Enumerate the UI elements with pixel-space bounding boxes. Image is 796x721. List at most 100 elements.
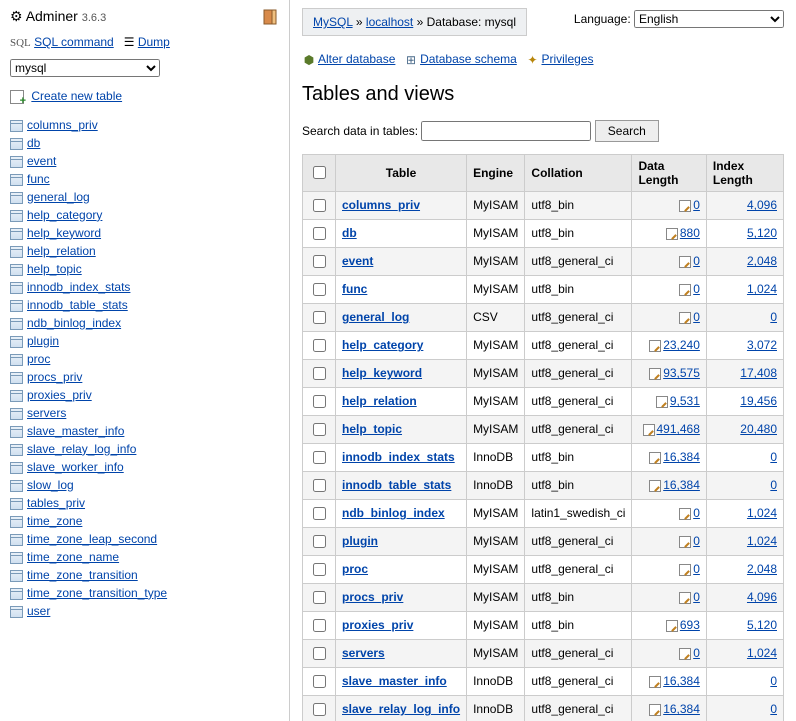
data-length-link[interactable]: 693 [680,618,700,632]
row-checkbox[interactable] [313,367,326,380]
sidebar-table-link[interactable]: time_zone_leap_second [27,532,157,546]
col-index-length[interactable]: Index Length [706,154,783,191]
sidebar-table-link[interactable]: help_category [27,208,102,222]
table-name-link[interactable]: general_log [342,310,409,324]
data-length-link[interactable]: 16,384 [663,674,700,688]
row-checkbox[interactable] [313,591,326,604]
database-schema-link[interactable]: Database schema [420,52,517,66]
index-length-link[interactable]: 4,096 [747,590,777,604]
breadcrumb-host[interactable]: localhost [366,15,413,29]
index-length-link[interactable]: 1,024 [747,646,777,660]
index-length-link[interactable]: 2,048 [747,254,777,268]
sidebar-table-link[interactable]: slave_worker_info [27,460,124,474]
data-length-link[interactable]: 0 [693,562,700,576]
index-length-link[interactable]: 19,456 [740,394,777,408]
table-name-link[interactable]: innodb_table_stats [342,478,451,492]
table-name-link[interactable]: help_topic [342,422,402,436]
index-length-link[interactable]: 2,048 [747,562,777,576]
sidebar-table-link[interactable]: innodb_table_stats [27,298,128,312]
create-table-link[interactable]: Create new table [31,89,122,103]
search-button[interactable]: Search [595,120,659,142]
table-name-link[interactable]: help_keyword [342,366,422,380]
sidebar-table-link[interactable]: time_zone_name [27,550,119,564]
index-length-link[interactable]: 1,024 [747,534,777,548]
row-checkbox[interactable] [313,619,326,632]
col-engine[interactable]: Engine [467,154,525,191]
select-all-checkbox[interactable] [313,166,326,179]
table-name-link[interactable]: db [342,226,357,240]
table-name-link[interactable]: event [342,254,373,268]
table-name-link[interactable]: ndb_binlog_index [342,506,445,520]
data-length-link[interactable]: 16,384 [663,702,700,716]
table-name-link[interactable]: innodb_index_stats [342,450,455,464]
breadcrumb-mysql[interactable]: MySQL [313,15,353,29]
row-checkbox[interactable] [313,675,326,688]
table-name-link[interactable]: slave_master_info [342,674,447,688]
data-length-link[interactable]: 0 [693,534,700,548]
col-data-length[interactable]: Data Length [632,154,706,191]
index-length-link[interactable]: 5,120 [747,226,777,240]
sidebar-table-link[interactable]: proc [27,352,50,366]
dump-link[interactable]: Dump [138,35,170,49]
sidebar-table-link[interactable]: slave_relay_log_info [27,442,136,456]
row-checkbox[interactable] [313,199,326,212]
sidebar-table-link[interactable]: tables_priv [27,496,85,510]
sidebar-table-link[interactable]: columns_priv [27,118,98,132]
index-length-link[interactable]: 0 [770,478,777,492]
sidebar-table-link[interactable]: help_relation [27,244,96,258]
col-collation[interactable]: Collation [525,154,632,191]
privileges-link[interactable]: Privileges [541,52,593,66]
row-checkbox[interactable] [313,339,326,352]
index-length-link[interactable]: 3,072 [747,338,777,352]
sidebar-table-link[interactable]: slave_master_info [27,424,124,438]
index-length-link[interactable]: 0 [770,674,777,688]
index-length-link[interactable]: 0 [770,450,777,464]
index-length-link[interactable]: 17,408 [740,366,777,380]
index-length-link[interactable]: 0 [770,310,777,324]
row-checkbox[interactable] [313,395,326,408]
table-name-link[interactable]: help_relation [342,394,417,408]
sidebar-table-link[interactable]: time_zone [27,514,82,528]
sidebar-table-link[interactable]: user [27,604,50,618]
data-length-link[interactable]: 9,531 [670,394,700,408]
sidebar-table-link[interactable]: proxies_priv [27,388,92,402]
table-name-link[interactable]: proxies_priv [342,618,413,632]
data-length-link[interactable]: 0 [693,310,700,324]
logout-icon[interactable] [263,9,279,25]
data-length-link[interactable]: 491,468 [657,422,700,436]
index-length-link[interactable]: 0 [770,702,777,716]
row-checkbox[interactable] [313,423,326,436]
row-checkbox[interactable] [313,311,326,324]
sidebar-table-link[interactable]: time_zone_transition [27,568,138,582]
table-name-link[interactable]: servers [342,646,385,660]
sidebar-table-link[interactable]: plugin [27,334,59,348]
sidebar-table-link[interactable]: event [27,154,56,168]
row-checkbox[interactable] [313,703,326,716]
index-length-link[interactable]: 1,024 [747,282,777,296]
data-length-link[interactable]: 0 [693,646,700,660]
sidebar-table-link[interactable]: help_keyword [27,226,101,240]
row-checkbox[interactable] [313,479,326,492]
data-length-link[interactable]: 93,575 [663,366,700,380]
data-length-link[interactable]: 0 [693,506,700,520]
index-length-link[interactable]: 20,480 [740,422,777,436]
index-length-link[interactable]: 1,024 [747,506,777,520]
index-length-link[interactable]: 5,120 [747,618,777,632]
col-table[interactable]: Table [336,154,467,191]
language-select[interactable]: English [634,10,784,28]
data-length-link[interactable]: 16,384 [663,450,700,464]
sql-command-link[interactable]: SQL command [34,35,114,49]
database-select[interactable]: mysql [10,59,160,77]
data-length-link[interactable]: 0 [693,590,700,604]
alter-database-link[interactable]: Alter database [318,52,395,66]
data-length-link[interactable]: 0 [693,254,700,268]
row-checkbox[interactable] [313,255,326,268]
sidebar-table-link[interactable]: servers [27,406,66,420]
table-name-link[interactable]: procs_priv [342,590,403,604]
sidebar-table-link[interactable]: time_zone_transition_type [27,586,167,600]
row-checkbox[interactable] [313,507,326,520]
sidebar-table-link[interactable]: ndb_binlog_index [27,316,121,330]
row-checkbox[interactable] [313,535,326,548]
search-input[interactable] [421,121,591,141]
data-length-link[interactable]: 23,240 [663,338,700,352]
